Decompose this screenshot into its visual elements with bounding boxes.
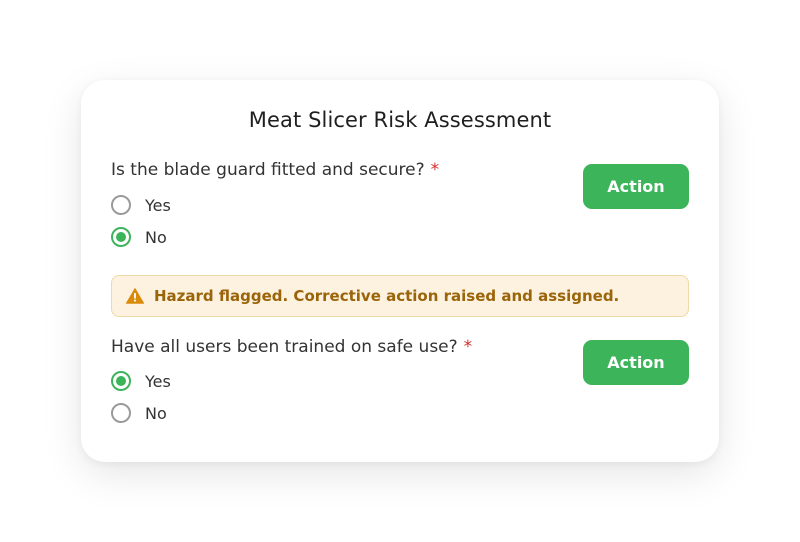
question-2-no-label: No [145, 403, 167, 423]
question-1: Is the blade guard fitted and secure? * [111, 160, 439, 180]
question-2-option-no[interactable]: No [111, 401, 167, 425]
warning-icon [126, 288, 144, 304]
question-2-yes-radio[interactable] [111, 371, 131, 391]
question-1-option-yes[interactable]: Yes [111, 193, 171, 217]
question-1-yes-radio[interactable] [111, 195, 131, 215]
question-1-text: Is the blade guard fitted and secure? [111, 160, 425, 180]
question-2-yes-label: Yes [145, 371, 171, 391]
required-marker: * [430, 160, 440, 180]
hazard-alert: Hazard flagged. Corrective action raised… [111, 275, 689, 317]
question-2-text: Have all users been trained on safe use? [111, 337, 458, 357]
form-title: Meat Slicer Risk Assessment [248, 108, 552, 132]
question-1-no-radio[interactable] [111, 227, 131, 247]
question-1-yes-label: Yes [145, 195, 171, 215]
question-1-option-no[interactable]: No [111, 225, 167, 249]
question-1-action-button[interactable]: Action [583, 164, 689, 209]
question-2-no-radio[interactable] [111, 403, 131, 423]
required-marker: * [463, 337, 473, 357]
question-2-action-button[interactable]: Action [583, 340, 689, 385]
risk-assessment-card [81, 80, 719, 462]
question-2-option-yes[interactable]: Yes [111, 369, 171, 393]
question-1-no-label: No [145, 227, 167, 247]
question-2: Have all users been trained on safe use?… [111, 337, 472, 357]
hazard-alert-text: Hazard flagged. Corrective action raised… [154, 287, 620, 305]
